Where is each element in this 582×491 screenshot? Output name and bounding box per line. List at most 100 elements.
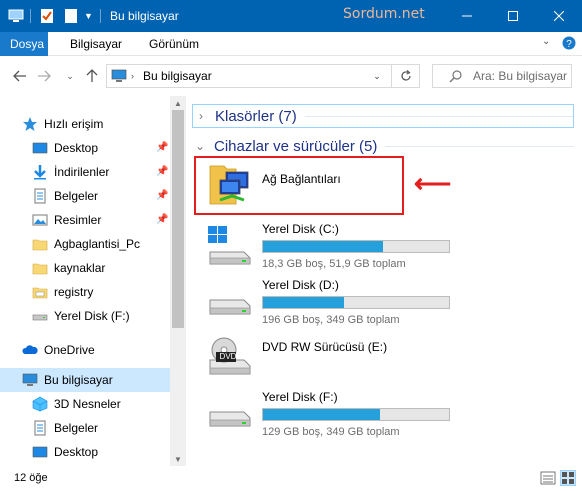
dvd-badge: DVD: [219, 352, 237, 361]
drive-tile-f[interactable]: Yerel Disk (F:) 129 GB boş, 349 GB topla…: [206, 386, 466, 442]
folder-icon: [32, 236, 48, 252]
drive-info: 18,3 GB boş, 51,9 GB toplam: [262, 258, 406, 270]
nav-item-downloads[interactable]: İndirilenler 📌: [0, 160, 170, 184]
drive-usage-fill: [263, 241, 384, 252]
group-folders[interactable]: › Klasörler (7): [192, 104, 574, 128]
nav-quick-access[interactable]: Hızlı erişim: [0, 112, 170, 136]
nav-item-label: Belgeler: [54, 189, 99, 203]
windows-drive-icon: [206, 226, 254, 274]
nav-item-drive-f[interactable]: Yerel Disk (F:): [0, 304, 170, 328]
customize-toolbar-icon[interactable]: ▼: [84, 8, 93, 24]
new-folder-icon[interactable]: [64, 8, 78, 24]
drive-name: Yerel Disk (F:): [262, 390, 338, 404]
nav-item-kaynaklar[interactable]: kaynaklar: [0, 256, 170, 280]
status-bar: 12 öğe: [0, 466, 582, 491]
scrollbar-thumb[interactable]: [172, 110, 184, 328]
search-placeholder: Ara: Bu bilgisayar: [473, 69, 568, 83]
expand-ribbon-icon[interactable]: ⌄: [542, 36, 550, 47]
address-dropdown-icon[interactable]: ⌄: [367, 65, 387, 87]
search-input[interactable]: Ara: Bu bilgisayar: [432, 64, 572, 88]
properties-icon[interactable]: [40, 8, 54, 24]
svg-text:?: ?: [566, 39, 572, 50]
pin-icon[interactable]: 📌: [156, 214, 168, 226]
nav-item-pictures[interactable]: Resimler 📌: [0, 208, 170, 232]
nav-item-label: Agbaglantisi_Pc: [54, 237, 141, 251]
cloud-icon: [22, 342, 38, 358]
recent-locations-icon[interactable]: ⌄: [60, 66, 80, 86]
scroll-up-icon[interactable]: ▲: [170, 96, 186, 110]
pin-icon[interactable]: 📌: [156, 190, 168, 202]
nav-item-label: Yerel Disk (F:): [54, 309, 130, 323]
chevron-right-icon[interactable]: ›: [131, 65, 134, 87]
minimize-button[interactable]: [444, 0, 490, 32]
nav-item-label: İndirilenler: [54, 165, 110, 179]
nav-onedrive[interactable]: OneDrive: [0, 338, 170, 362]
drive-usage-bar: [262, 240, 450, 253]
nav-this-pc-label: Bu bilgisayar: [44, 373, 113, 387]
3d-objects-icon: [32, 396, 48, 412]
help-icon[interactable]: ?: [562, 36, 576, 53]
tab-bilgisayar[interactable]: Bilgisayar: [70, 32, 122, 56]
forward-button[interactable]: [34, 66, 54, 86]
nav-onedrive-label: OneDrive: [44, 343, 95, 357]
scroll-down-icon[interactable]: ▼: [170, 452, 186, 466]
pictures-icon: [32, 212, 48, 228]
desktop-icon: [32, 444, 48, 460]
drive-tile-c[interactable]: Yerel Disk (C:) 18,3 GB boş, 51,9 GB top…: [206, 218, 466, 274]
nav-scrollbar[interactable]: ▲ ▼: [170, 96, 186, 466]
nav-item-pc-desktop[interactable]: Desktop: [0, 440, 170, 464]
chevron-down-icon[interactable]: ⌄: [192, 139, 208, 153]
computer-icon[interactable]: [8, 8, 24, 24]
drive-usage-bar: [262, 408, 450, 421]
nav-this-pc[interactable]: Bu bilgisayar: [0, 368, 170, 392]
nav-item-registry[interactable]: registry: [0, 280, 170, 304]
drive-name: Yerel Disk (C:): [262, 222, 339, 236]
back-button[interactable]: [10, 66, 30, 86]
chevron-right-icon[interactable]: ›: [193, 109, 209, 123]
refresh-button[interactable]: [391, 65, 419, 87]
nav-item-label: Belgeler: [54, 421, 99, 435]
drive-usage-bar: [262, 296, 450, 309]
drive-icon: [32, 308, 48, 324]
nav-item-documents[interactable]: Belgeler 📌: [0, 184, 170, 208]
group-devices[interactable]: ⌄ Cihazlar ve sürücüler (5): [192, 134, 574, 158]
details-view-icon[interactable]: [540, 470, 556, 486]
nav-item-pc-documents[interactable]: Belgeler: [0, 416, 170, 440]
computer-icon: [22, 372, 38, 388]
nav-item-label: Resimler: [54, 213, 102, 227]
computer-icon: [111, 69, 127, 86]
documents-icon: [32, 188, 48, 204]
ribbon: Dosya Bilgisayar Görünüm ⌄ ?: [0, 32, 582, 56]
drive-tile-dvd[interactable]: DVD DVD RW Sürücüsü (E:): [206, 336, 466, 392]
address-row: ⌄ › Bu bilgisayar ⌄ Ara: Bu bilgisayar: [0, 56, 582, 96]
nav-item-3d-objects[interactable]: 3D Nesneler: [0, 392, 170, 416]
address-bar[interactable]: › Bu bilgisayar ⌄: [106, 64, 420, 88]
up-button[interactable]: [82, 66, 102, 86]
address-path: Bu bilgisayar: [143, 69, 212, 83]
close-button[interactable]: [536, 0, 582, 32]
star-icon: [22, 116, 38, 132]
desktop-icon: [32, 140, 48, 156]
nav-item-agbaglantisi[interactable]: Agbaglantisi_Pc: [0, 232, 170, 256]
drive-tile-d[interactable]: Yerel Disk (D:) 196 GB boş, 349 GB topla…: [206, 274, 466, 330]
drive-icon: [206, 282, 254, 330]
watermark: Sordum.net: [343, 6, 425, 22]
nav-item-label: registry: [54, 285, 94, 299]
tiles-view-icon[interactable]: [560, 470, 576, 486]
drive-icon: [206, 394, 254, 442]
tab-gorunum[interactable]: Görünüm: [149, 32, 199, 56]
drive-name: Yerel Disk (D:): [262, 278, 339, 292]
nav-item-desktop[interactable]: Desktop 📌: [0, 136, 170, 160]
drive-name: DVD RW Sürücüsü (E:): [262, 340, 388, 354]
group-devices-label: Cihazlar ve sürücüler (5): [214, 137, 378, 155]
pin-icon[interactable]: 📌: [156, 142, 168, 154]
tab-dosya[interactable]: Dosya: [0, 32, 48, 56]
window-title: Bu bilgisayar: [110, 9, 179, 23]
navigation-pane: Hızlı erişim Desktop 📌 İndirilenler 📌 Be…: [0, 96, 186, 466]
drive-info: 196 GB boş, 349 GB toplam: [262, 314, 400, 326]
pin-icon[interactable]: 📌: [156, 166, 168, 178]
group-folders-label: Klasörler (7): [215, 107, 297, 125]
maximize-button[interactable]: [490, 0, 536, 32]
nav-item-label: Desktop: [54, 445, 99, 459]
arrow-left-icon: ⟵: [414, 168, 452, 198]
